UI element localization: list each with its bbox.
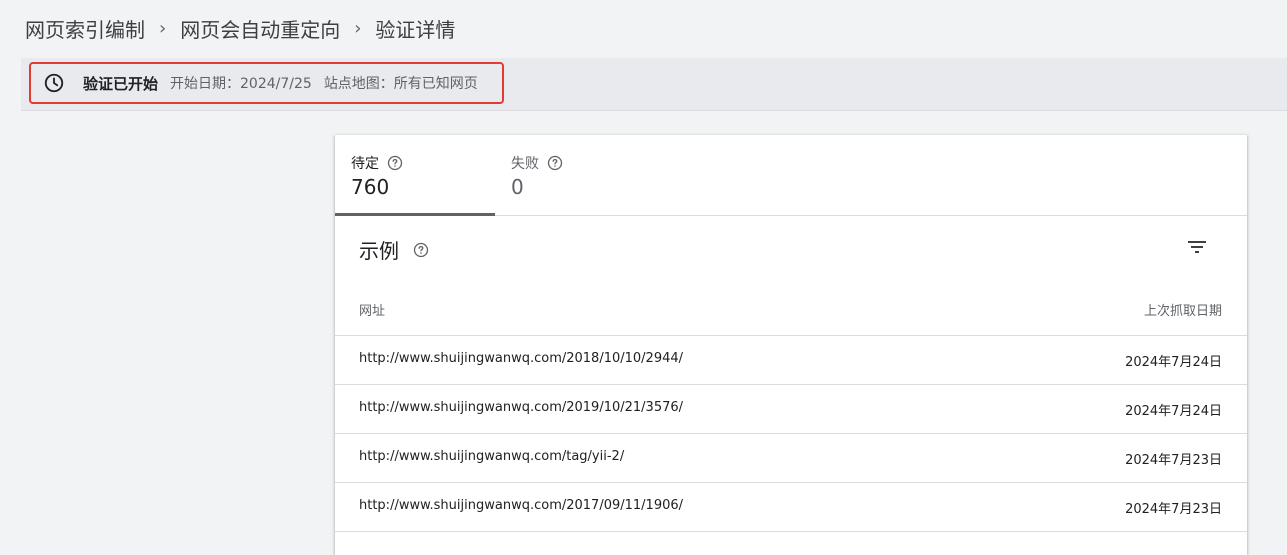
validation-sitemap: 站点地图：所有已知网页 <box>323 76 478 92</box>
row-url: http://www.shuijingwanwq.com/2018/10/10/… <box>359 351 684 366</box>
column-header-url[interactable]: 网址 <box>359 300 385 319</box>
row-url: http://www.shuijingwanwq.com/2017/09/11/… <box>359 498 684 513</box>
validation-status-highlight: 验证已开始 开始日期：2024/7/25 站点地图：所有已知网页 <box>29 62 504 104</box>
table-row[interactable]: http://www.shuijingwanwq.com/2017/09/11/… <box>335 483 1247 532</box>
tab-pending-count: 760 <box>351 175 390 199</box>
filter-icon[interactable] <box>1185 235 1209 259</box>
help-icon[interactable] <box>413 242 429 258</box>
column-header-last-crawled[interactable]: 上次抓取日期 <box>1144 300 1222 319</box>
table-row[interactable]: http://www.shuijingwanwq.com/2018/10/10/… <box>335 336 1247 385</box>
tab-failed[interactable]: 失败 0 <box>495 135 655 215</box>
row-date: 2024年7月24日 <box>1125 355 1222 370</box>
examples-table-body: http://www.shuijingwanwq.com/2018/10/10/… <box>335 336 1247 532</box>
breadcrumb-validation-details: 验证详情 <box>375 17 456 42</box>
breadcrumb-page-indexing[interactable]: 网页索引编制 <box>25 14 145 43</box>
row-url: http://www.shuijingwanwq.com/tag/yii-2/ <box>359 449 625 464</box>
table-row[interactable]: http://www.shuijingwanwq.com/tag/yii-2/ … <box>335 434 1247 483</box>
breadcrumb: 网页索引编制 › 网页会自动重定向 › 验证详情 <box>25 12 455 44</box>
validation-status-title: 验证已开始 <box>83 74 159 93</box>
tab-pending[interactable]: 待定 760 <box>335 135 495 216</box>
examples-title-text: 示例 <box>359 239 399 263</box>
tab-pending-label: 待定 <box>351 156 379 172</box>
row-date: 2024年7月24日 <box>1125 404 1222 419</box>
tab-failed-count: 0 <box>511 175 524 199</box>
breadcrumb-redirect-page[interactable]: 网页会自动重定向 <box>180 14 340 43</box>
tab-failed-label: 失败 <box>511 156 539 172</box>
validation-start-date: 开始日期：2024/7/25 <box>170 76 312 92</box>
breadcrumb-separator-icon: › <box>354 17 362 39</box>
help-icon[interactable] <box>387 155 403 171</box>
clock-icon <box>44 73 64 93</box>
help-icon[interactable] <box>547 155 563 171</box>
table-row[interactable]: http://www.shuijingwanwq.com/2019/10/21/… <box>335 385 1247 434</box>
status-tabs: 待定 760 失败 0 <box>335 135 1247 216</box>
validation-details-card: 待定 760 失败 0 示例 网址 上次抓取日期 http://www.shui… <box>335 135 1247 555</box>
row-date: 2024年7月23日 <box>1125 502 1222 517</box>
breadcrumb-separator-icon: › <box>159 17 167 39</box>
table-header: 网址 上次抓取日期 <box>335 285 1247 336</box>
active-tab-indicator <box>335 213 495 216</box>
examples-section-title: 示例 <box>359 235 429 264</box>
row-date: 2024年7月23日 <box>1125 453 1222 468</box>
row-url: http://www.shuijingwanwq.com/2019/10/21/… <box>359 400 684 415</box>
validation-status-bar: 验证已开始 开始日期：2024/7/25 站点地图：所有已知网页 <box>21 58 1287 111</box>
